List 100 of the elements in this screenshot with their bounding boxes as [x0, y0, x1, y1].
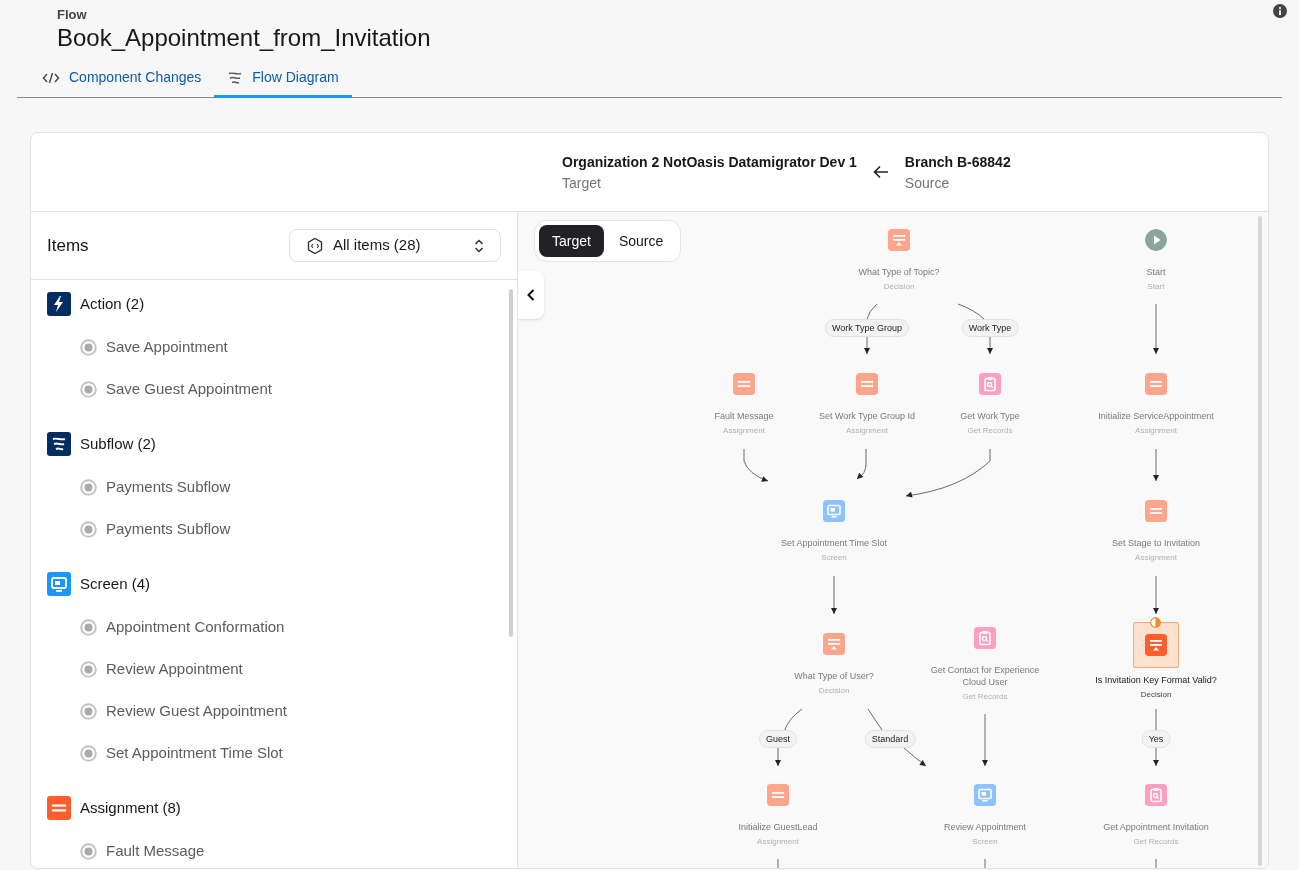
node-label: What Type of Topic?: [857, 266, 941, 278]
connector-arrow: [831, 575, 837, 615]
decision-icon[interactable]: [1145, 634, 1167, 656]
node-type-label: Decision: [883, 281, 915, 292]
clipboard-search-icon[interactable]: [974, 627, 996, 649]
group-title: Action (2): [80, 293, 145, 314]
node-label: Initialize ServiceAppointment: [1097, 410, 1215, 422]
collapse-panel-button[interactable]: [518, 271, 544, 319]
monitor-icon[interactable]: [823, 500, 845, 522]
node-label: Set Work Type Group Id: [817, 410, 917, 422]
list-item[interactable]: Set Appointment Time Slot: [80, 741, 283, 765]
connector-line: [783, 708, 803, 733]
connector-line: [1155, 708, 1157, 733]
flow-icon: [227, 70, 244, 85]
scrollbar[interactable]: [509, 289, 513, 637]
equals-icon[interactable]: [1145, 373, 1167, 395]
connector-line: [984, 858, 986, 868]
play-icon[interactable]: [1145, 229, 1167, 251]
node-type-label: Assignment: [757, 836, 799, 847]
list-item[interactable]: Payments Subflow: [80, 517, 231, 541]
node-label: Set Appointment Time Slot: [779, 537, 889, 549]
branch-label: Guest: [759, 730, 797, 748]
connector-line: [957, 303, 986, 321]
radio-icon: [80, 744, 97, 762]
filter-dropdown[interactable]: All items (28): [289, 229, 501, 262]
page-title: Book_Appointment_from_Invitation: [57, 23, 431, 53]
target-name: Organization 2 NotOasis Datamigrator Dev 1: [562, 152, 857, 172]
group-title: Subflow (2): [80, 433, 156, 454]
connector-arrow: [982, 713, 988, 767]
node-type-label: Assignment: [723, 425, 765, 436]
list-item[interactable]: Save Appointment: [80, 335, 228, 359]
node-type-label: Get Records: [967, 425, 1013, 436]
equals-icon[interactable]: [733, 373, 755, 395]
toggle-option[interactable]: Target: [539, 225, 604, 257]
node-label: Get Contact for Experience Cloud User: [929, 664, 1041, 688]
connector-arrow: [987, 336, 993, 355]
radio-icon: [80, 702, 97, 720]
code-icon: [42, 71, 60, 84]
connector-arrow: [903, 747, 927, 767]
group-title: Screen (4): [80, 573, 151, 594]
list-item[interactable]: Fault Message: [80, 839, 205, 863]
branch-label: Work Type Group: [824, 319, 910, 337]
node-label: Get Work Type: [959, 410, 1021, 422]
node-label: Fault Message: [713, 410, 775, 422]
monitor-icon[interactable]: [974, 784, 996, 806]
node-type-label: Get Records: [962, 691, 1008, 702]
equals-icon[interactable]: [1145, 500, 1167, 522]
node-label: Get Appointment Invitation: [1102, 821, 1210, 833]
radio-icon: [80, 338, 97, 356]
clipboard-search-icon[interactable]: [1145, 784, 1167, 806]
radio-icon: [80, 520, 97, 538]
connector-arrow: [856, 448, 867, 480]
node-type-label: Start: [1147, 281, 1165, 292]
node-label: Initialize GuestLead: [737, 821, 819, 833]
equals-icon[interactable]: [856, 373, 878, 395]
source-label: Source: [904, 173, 951, 193]
panel-title: Items: [47, 234, 89, 257]
radio-icon: [80, 380, 97, 398]
node-type-label: Assignment: [1135, 425, 1177, 436]
list-item[interactable]: Save Guest Appointment: [80, 377, 272, 401]
branch-label: Standard: [864, 730, 916, 748]
chevron-left-icon: [527, 289, 535, 301]
node-type-label: Screen: [821, 552, 847, 563]
connector-arrow: [743, 448, 769, 482]
node-type-label: Decision: [1140, 689, 1172, 700]
radio-icon: [80, 618, 97, 636]
node-type-label: Screen: [972, 836, 998, 847]
node-label: Set Stage to Invitation: [1110, 537, 1202, 549]
branch-label: Yes: [1141, 730, 1171, 748]
radio-icon: [80, 660, 97, 678]
node-type-label: Decision: [818, 685, 850, 696]
scrollbar[interactable]: [1258, 216, 1262, 866]
node-label: Review Appointment: [942, 821, 1027, 833]
node-type-label: Assignment: [1135, 552, 1177, 563]
connector-arrow: [864, 336, 870, 355]
decision-icon[interactable]: [823, 633, 845, 655]
node-type-label: Assignment: [846, 425, 888, 436]
equals-icon[interactable]: [767, 784, 789, 806]
tab[interactable]: Component Changes: [29, 60, 215, 98]
branch-label: Work Type: [961, 319, 1019, 337]
connector-arrow: [1153, 448, 1159, 482]
radio-icon: [80, 478, 97, 496]
radio-icon: [80, 842, 97, 860]
connector-arrow: [775, 746, 781, 767]
hexagon-code-icon: [306, 236, 324, 255]
connector-arrow: [1153, 746, 1159, 767]
tab[interactable]: Flow Diagram: [214, 60, 352, 98]
connector-arrow: [1153, 303, 1159, 355]
node-label: Start: [1145, 266, 1167, 278]
clipboard-search-icon[interactable]: [979, 373, 1001, 395]
list-item[interactable]: Review Guest Appointment: [80, 699, 287, 723]
decision-icon[interactable]: [888, 229, 910, 251]
list-item[interactable]: Review Appointment: [80, 657, 243, 681]
connector-line: [866, 303, 878, 320]
connector-line: [1155, 858, 1157, 868]
list-item[interactable]: Appointment Conformation: [80, 615, 285, 639]
change-indicator-icon: [1150, 617, 1161, 628]
info-icon[interactable]: [1273, 4, 1287, 18]
arrow-left-icon: [872, 165, 889, 179]
list-item[interactable]: Payments Subflow: [80, 475, 231, 499]
